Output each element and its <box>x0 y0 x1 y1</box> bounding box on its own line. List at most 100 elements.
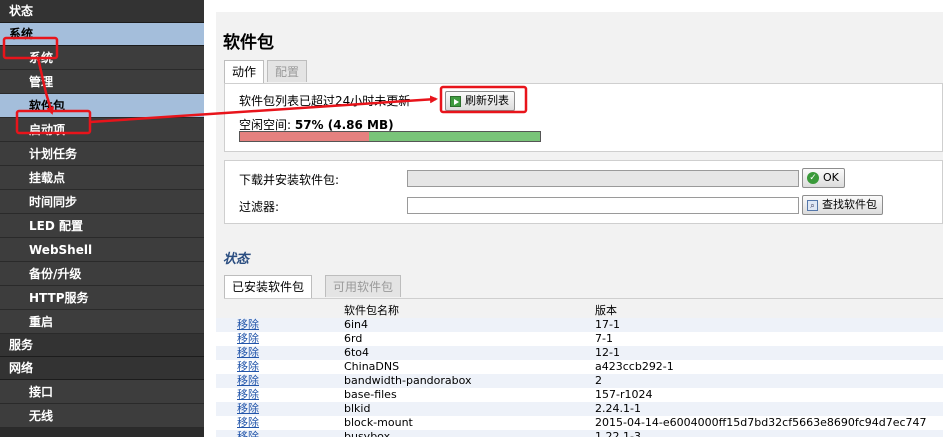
nav-sub-http[interactable]: HTTP服务 <box>0 286 204 310</box>
free-space-fill <box>369 132 540 141</box>
table-row: 移除 busybox 1.22.1-3 <box>216 430 943 437</box>
install-label: 下载并安装软件包: <box>239 173 340 187</box>
package-version: 7-1 <box>595 332 943 346</box>
header-action <box>216 304 344 318</box>
row-action: 移除 <box>216 360 344 374</box>
outdated-notice: 软件包列表已超过24小时未更新 <box>239 94 411 108</box>
nav-services[interactable]: 服务 <box>0 334 204 357</box>
package-version: 157-r1024 <box>595 388 943 402</box>
package-name: block-mount <box>344 416 595 430</box>
nav-sub-packages[interactable]: 软件包 <box>0 94 204 118</box>
ok-icon: ✓ <box>807 172 819 184</box>
main-content: 软件包 动作 配置 软件包列表已超过24小时未更新 刷新列表 空闲空间: 57%… <box>216 12 943 437</box>
table-row: 移除 bandwidth-pandorabox 2 <box>216 374 943 388</box>
nav-status[interactable]: 状态 <box>0 0 204 23</box>
nav-sub-time-sync[interactable]: 时间同步 <box>0 190 204 214</box>
table-row: 移除 6to4 12-1 <box>216 346 943 360</box>
packages-table: 软件包名称 版本 移除 6in4 17-1 移除 6rd 7-1 移除 6to4 12-1 移除 C… <box>216 304 943 437</box>
nav-sub-crontab[interactable]: 计划任务 <box>0 142 204 166</box>
row-action: 移除 <box>216 430 344 437</box>
nav-sub-startup[interactable]: 启动项 <box>0 118 204 142</box>
header-version: 版本 <box>595 304 617 317</box>
refresh-list-button[interactable]: 刷新列表 <box>445 91 515 111</box>
table-header: 软件包名称 版本 <box>216 304 943 318</box>
row-action: 移除 <box>216 332 344 346</box>
find-package-button[interactable]: ⌕ 查找软件包 <box>802 195 883 215</box>
packages-body: 移除 6in4 17-1 移除 6rd 7-1 移除 6to4 12-1 移除 ChinaDNS a4… <box>216 318 943 437</box>
remove-link[interactable]: 移除 <box>237 360 259 373</box>
table-row: 移除 blkid 2.24.1-1 <box>216 402 943 416</box>
remove-link[interactable]: 移除 <box>237 374 259 387</box>
nav-sub-admin[interactable]: 管理 <box>0 70 204 94</box>
tab-installed[interactable]: 已安装软件包 <box>224 275 313 299</box>
row-action: 移除 <box>216 416 344 430</box>
install-package-input[interactable] <box>407 170 799 187</box>
nav-sub-backup[interactable]: 备份/升级 <box>0 262 204 286</box>
package-version: 2015-04-14-e6004000ff15d7bd32cf5663e8690… <box>595 416 943 430</box>
nav-sub-reboot[interactable]: 重启 <box>0 310 204 334</box>
row-action: 移除 <box>216 388 344 402</box>
nav-sub-wireless[interactable]: 无线 <box>0 404 204 428</box>
table-row: 移除 ChinaDNS a423ccb292-1 <box>216 360 943 374</box>
remove-link[interactable]: 移除 <box>237 318 259 331</box>
filter-label: 过滤器: <box>239 200 280 214</box>
free-space-bar <box>239 131 541 142</box>
package-version: 2.24.1-1 <box>595 402 943 416</box>
package-name: bandwidth-pandorabox <box>344 374 595 388</box>
ok-button[interactable]: ✓ OK <box>802 168 845 188</box>
table-row: 移除 6rd 7-1 <box>216 332 943 346</box>
table-row: 移除 6in4 17-1 <box>216 318 943 332</box>
refresh-list-label: 刷新列表 <box>465 94 509 107</box>
package-name: 6rd <box>344 332 595 346</box>
remove-link[interactable]: 移除 <box>237 416 259 429</box>
status-section-title: 状态 <box>223 252 250 267</box>
remove-link[interactable]: 移除 <box>237 430 259 437</box>
action-tabs: 动作 配置 <box>224 60 308 83</box>
actions-panel: 软件包列表已超过24小时未更新 刷新列表 空闲空间: 57% (4.86 MB) <box>224 83 943 152</box>
package-version: a423ccb292-1 <box>595 360 943 374</box>
package-version: 1.22.1-3 <box>595 430 943 437</box>
page-title: 软件包 <box>223 33 274 53</box>
table-row: 移除 block-mount 2015-04-14-e6004000ff15d7bd… <box>216 416 943 430</box>
package-version: 17-1 <box>595 318 943 332</box>
free-space-value: 57% (4.86 MB) <box>294 118 394 132</box>
nav-sub-led[interactable]: LED 配置 <box>0 214 204 238</box>
package-name: busybox <box>344 430 595 437</box>
remove-link[interactable]: 移除 <box>237 332 259 345</box>
package-name: 6in4 <box>344 318 595 332</box>
remove-link[interactable]: 移除 <box>237 346 259 359</box>
tab-divider <box>224 298 943 299</box>
nav-sub-webshell[interactable]: WebShell <box>0 238 204 262</box>
remove-link[interactable]: 移除 <box>237 388 259 401</box>
tab-available[interactable]: 可用软件包 <box>325 275 402 297</box>
ok-label: OK <box>823 171 839 184</box>
refresh-icon <box>450 95 461 107</box>
filter-input[interactable] <box>407 197 799 214</box>
nav-sub-mounts[interactable]: 挂载点 <box>0 166 204 190</box>
sidebar: 状态 系统 系统 管理 软件包 启动项 计划任务 挂载点 时间同步 LED 配置… <box>0 0 204 437</box>
row-action: 移除 <box>216 374 344 388</box>
package-name: blkid <box>344 402 595 416</box>
find-icon: ⌕ <box>807 199 818 211</box>
row-action: 移除 <box>216 402 344 416</box>
package-tabs: 已安装软件包 可用软件包 <box>224 275 402 299</box>
header-name: 软件包名称 <box>344 304 399 317</box>
tab-actions[interactable]: 动作 <box>224 60 265 83</box>
find-package-label: 查找软件包 <box>822 198 877 211</box>
free-space-caption: 空闲空间: <box>239 118 295 132</box>
table-row: 移除 base-files 157-r1024 <box>216 388 943 402</box>
package-name: 6to4 <box>344 346 595 360</box>
nav-network[interactable]: 网络 <box>0 357 204 380</box>
package-name: base-files <box>344 388 595 402</box>
nav-sub-interfaces[interactable]: 接口 <box>0 380 204 404</box>
used-space-fill <box>240 132 369 141</box>
package-name: ChinaDNS <box>344 360 595 374</box>
row-action: 移除 <box>216 346 344 360</box>
nav-system[interactable]: 系统 <box>0 23 204 46</box>
package-version: 12-1 <box>595 346 943 360</box>
package-version: 2 <box>595 374 943 388</box>
nav-sub-system[interactable]: 系统 <box>0 46 204 70</box>
remove-link[interactable]: 移除 <box>237 402 259 415</box>
install-panel: 下载并安装软件包: ✓ OK 过滤器: ⌕ 查找软件包 <box>224 160 943 224</box>
tab-config[interactable]: 配置 <box>267 60 308 82</box>
